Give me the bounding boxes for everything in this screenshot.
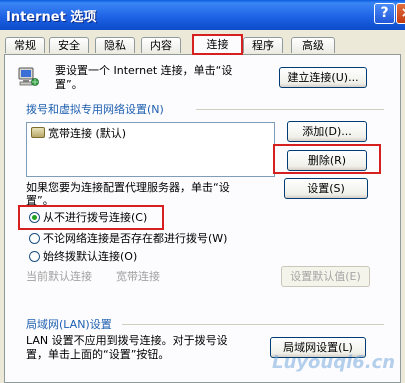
tab-connections[interactable]: 连接 [192,34,243,55]
tab-content[interactable]: 内容 [141,37,181,53]
setup-connection-button[interactable]: 建立连接(U)... [279,67,367,88]
always-dial-default-label[interactable]: 始终拨默认连接(O) [43,250,137,263]
current-default-value: 宽带连接 [116,270,160,283]
dial-whenever-label[interactable]: 不论网络连接是否存在都进行拨号(W) [43,232,227,245]
connection-name: 宽带连接 (默认) [48,127,127,140]
tab-security[interactable]: 安全 [49,37,89,53]
site-watermark: Luyouqi6.cn [272,352,396,373]
tab-programs[interactable]: 程序 [243,37,283,53]
lan-group-label: 局域网(LAN)设置 [26,318,112,331]
dialup-group-divider [196,109,384,110]
never-dial-radio[interactable] [29,212,40,223]
never-dial-label[interactable]: 从不进行拨号连接(C) [43,211,147,224]
lan-instruction-line1: LAN 设置不应用到拨号连接。对于拨号设 [26,334,228,347]
proxy-settings-button[interactable]: 设置(S) [284,178,368,199]
tab-privacy[interactable]: 隐私 [95,37,135,53]
remove-button[interactable]: 删除(R) [287,150,367,171]
always-dial-default-radio[interactable] [29,251,40,262]
tab-general[interactable]: 常规 [5,37,45,53]
list-item[interactable]: 宽带连接 (默认) [31,127,126,141]
close-icon: × [401,5,405,21]
setup-instruction-line1: 要设置一个 Internet 连接，单击“设 [55,64,233,77]
proxy-instruction-line1: 如果您要为连接配置代理服务器，单击“设 [26,181,230,194]
tab-strip: 常规 安全 隐私 内容 连接 程序 高级 [0,34,405,55]
setup-instruction-line2: 置”。 [55,78,83,91]
close-button[interactable]: × [396,3,405,24]
proxy-instruction-line2: 置”。 [26,194,54,207]
connection-list[interactable]: 宽带连接 (默认) [26,122,275,177]
tab-advanced[interactable]: 高级 [291,37,335,53]
add-button[interactable]: 添加(D)... [287,121,367,142]
lan-group-divider [122,324,384,325]
computer-icon [18,67,39,86]
dialup-group-label: 拨号和虚拟专用网络设置(N) [26,103,164,116]
broadband-connection-icon [31,127,45,138]
help-icon: ? [380,5,389,21]
window-title: Internet 选项 [6,10,97,25]
dial-whenever-radio[interactable] [29,233,40,244]
current-default-label: 当前默认连接 [26,270,92,283]
title-bar: Internet 选项 ? × [0,0,405,30]
help-button[interactable]: ? [374,3,395,24]
lan-instruction-line2: 置，单击上面的“设置”按钮。 [26,348,170,361]
set-default-button[interactable]: 设置默认值(E) [281,266,370,287]
